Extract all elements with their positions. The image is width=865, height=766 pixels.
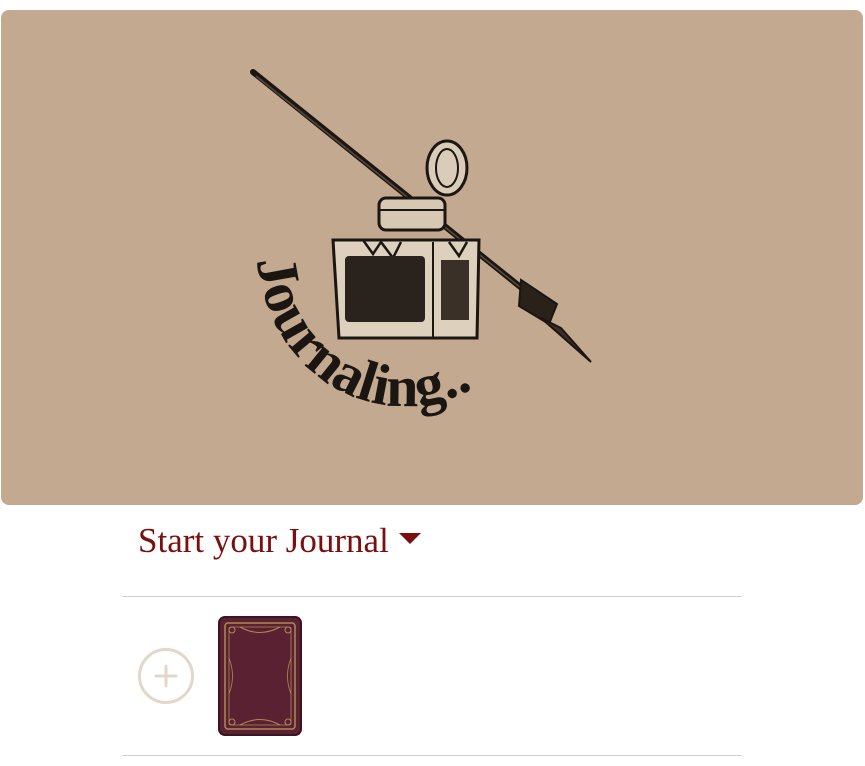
journal-book-cover[interactable]: [218, 616, 302, 736]
divider-bottom: [122, 755, 742, 756]
ornate-border-icon: [224, 622, 296, 730]
hero-banner: Journaling..: [1, 10, 863, 505]
add-journal-button[interactable]: [138, 648, 194, 704]
plus-circle-icon: [154, 664, 178, 688]
inkwell-quill-pen-icon: Journaling..: [244, 69, 592, 419]
divider-top: [122, 596, 742, 597]
journal-menu-dropdown[interactable]: Start your Journal: [138, 518, 421, 564]
caret-down-icon: [398, 532, 421, 544]
journal-menu-label: Start your Journal: [138, 521, 389, 560]
